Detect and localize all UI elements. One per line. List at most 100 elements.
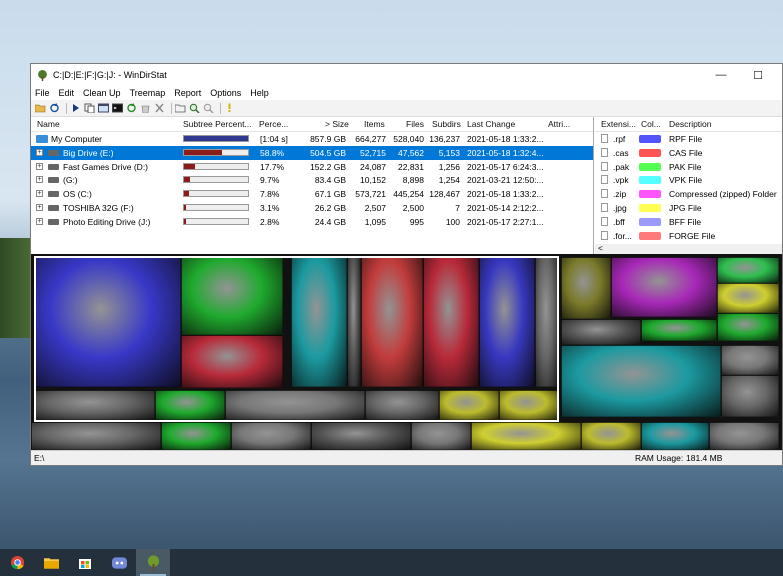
treemap-tile[interactable]: [641, 319, 717, 341]
refresh-green-icon[interactable]: [126, 103, 137, 114]
menu-file[interactable]: File: [35, 88, 50, 98]
treemap-tile[interactable]: [471, 422, 581, 450]
recycle-icon[interactable]: [140, 103, 151, 114]
menu-edit[interactable]: Edit: [59, 88, 75, 98]
treemap-tile[interactable]: [311, 422, 411, 450]
treemap-tile[interactable]: [721, 375, 779, 417]
treemap-view[interactable]: [31, 254, 782, 451]
menu-clean-up[interactable]: Clean Up: [83, 88, 121, 98]
extension-row[interactable]: .jpg JPG File: [595, 201, 782, 215]
col-extension[interactable]: Extensi...: [601, 119, 636, 129]
extension-row[interactable]: .pak PAK File: [595, 160, 782, 174]
file-type-icon: [601, 189, 608, 199]
tree-row[interactable]: My Computer [1:04 s] 857.9 GB 664,277 528,04…: [31, 132, 593, 146]
treemap-tile[interactable]: [411, 422, 471, 450]
row-size: 67.1 GB: [314, 189, 346, 200]
delete-icon[interactable]: [154, 103, 165, 114]
properties-icon[interactable]: [175, 103, 186, 114]
treemap-tile[interactable]: [561, 319, 641, 345]
row-last-change: 2021-05-14 2:12:2...: [467, 202, 544, 213]
tree-row[interactable]: + Photo Editing Drive (J:) 2.8% 24.4 GB 1,09…: [31, 215, 593, 229]
status-path: E:\: [34, 453, 45, 463]
refresh-icon[interactable]: [49, 103, 60, 114]
expand-toggle[interactable]: +: [36, 190, 43, 198]
treemap-tile[interactable]: [611, 257, 717, 317]
scroll-left-icon[interactable]: <: [598, 244, 603, 253]
col-size[interactable]: > Size: [325, 119, 349, 129]
expand-toggle[interactable]: +: [36, 176, 43, 184]
treemap-tile[interactable]: [561, 257, 611, 319]
treemap-tile[interactable]: [717, 313, 779, 341]
menu-treemap[interactable]: Treemap: [130, 88, 166, 98]
drive-icon: [48, 218, 59, 225]
treemap-tile[interactable]: [161, 422, 231, 450]
subtree-bar: [183, 135, 249, 142]
expand-toggle[interactable]: +: [36, 217, 43, 225]
zoom-in-icon[interactable]: [189, 103, 200, 114]
file-explorer-icon[interactable]: [34, 549, 68, 576]
zoom-out-icon[interactable]: [203, 103, 214, 114]
treemap-tile[interactable]: [717, 283, 779, 313]
col-subdirs[interactable]: Subdirs: [432, 119, 461, 129]
col-percent[interactable]: Perce...: [259, 119, 288, 129]
menu-report[interactable]: Report: [174, 88, 201, 98]
col-items[interactable]: Items: [364, 119, 385, 129]
treemap-selection-frame: [34, 256, 559, 422]
explorer-icon[interactable]: [98, 103, 109, 114]
treemap-tile[interactable]: [709, 422, 779, 450]
col-attributes[interactable]: Attri...: [548, 119, 570, 129]
title-bar[interactable]: C:|D:|E:|F:|G:|J: - WinDirStat — ☐: [31, 64, 782, 86]
toolbar-separator: [220, 102, 221, 114]
col-name[interactable]: Name: [37, 119, 60, 129]
copy-icon[interactable]: [84, 103, 95, 114]
ext-color-swatch: [639, 162, 661, 171]
tree-row[interactable]: + Big Drive (E:) 58.8% 504.5 GB 52,715 47,562…: [31, 145, 593, 160]
treemap-tile[interactable]: [721, 345, 779, 375]
menu-options[interactable]: Options: [210, 88, 241, 98]
expand-toggle[interactable]: +: [36, 148, 43, 156]
drive-icon: [48, 191, 59, 198]
ext-description: BFF File: [669, 216, 702, 227]
tree-row[interactable]: + (G:) 9.7% 83.4 GB 10,152 8,898 1,254 2021-03-…: [31, 173, 593, 187]
ext-name: .zip: [613, 189, 627, 200]
treemap-tile[interactable]: [231, 422, 311, 450]
col-files[interactable]: Files: [406, 119, 424, 129]
help-icon[interactable]: [224, 103, 235, 114]
col-description[interactable]: Description: [669, 119, 712, 129]
extension-row[interactable]: .for... FORGE File: [595, 229, 782, 243]
windirstat-icon[interactable]: [136, 549, 170, 576]
row-last-change: 2021-05-18 1:33:2...: [467, 189, 544, 200]
expand-toggle[interactable]: +: [36, 162, 43, 170]
treemap-tile[interactable]: [31, 422, 161, 450]
col-subtree-percent[interactable]: Subtree Percent...: [183, 119, 252, 129]
extension-row[interactable]: .zip Compressed (zipped) Folder: [595, 187, 782, 201]
directory-tree: Name Subtree Percent... Perce... > Size …: [31, 117, 594, 254]
ext-horizontal-scrollbar[interactable]: <: [595, 244, 782, 254]
treemap-tile[interactable]: [561, 345, 721, 417]
tree-row[interactable]: + Fast Games Drive (D:) 17.7% 152.2 GB 24,08…: [31, 160, 593, 174]
expand-toggle[interactable]: +: [36, 203, 43, 211]
extension-row[interactable]: .vpk VPK File: [595, 173, 782, 187]
treemap-tile[interactable]: [717, 257, 779, 283]
col-last-change[interactable]: Last Change: [467, 119, 515, 129]
open-folder-icon[interactable]: [35, 103, 46, 114]
discord-icon[interactable]: [102, 549, 136, 576]
tree-row[interactable]: + TOSHIBA 32G (F:) 3.1% 26.2 GB 2,507 2,500 7 2…: [31, 201, 593, 215]
extension-row[interactable]: .rpf RPF File: [595, 132, 782, 146]
chrome-icon[interactable]: [0, 549, 34, 576]
minimize-button[interactable]: —: [704, 64, 738, 86]
maximize-button[interactable]: ☐: [741, 64, 775, 86]
extension-row[interactable]: .bff BFF File: [595, 215, 782, 229]
play-icon[interactable]: [70, 103, 81, 114]
extension-row[interactable]: .cas CAS File: [595, 146, 782, 160]
tree-row[interactable]: + OS (C:) 7.8% 67.1 GB 573,721 445,254 128,467…: [31, 187, 593, 201]
cmd-icon[interactable]: [112, 103, 123, 114]
subtree-bar: [183, 217, 249, 225]
subtree-bar-fill: [184, 218, 186, 224]
treemap-tile[interactable]: [581, 422, 641, 450]
treemap-tile[interactable]: [641, 422, 709, 450]
row-items: 10,152: [360, 175, 386, 186]
store-icon[interactable]: [68, 549, 102, 576]
menu-help[interactable]: Help: [250, 88, 269, 98]
col-color[interactable]: Col...: [641, 119, 661, 129]
